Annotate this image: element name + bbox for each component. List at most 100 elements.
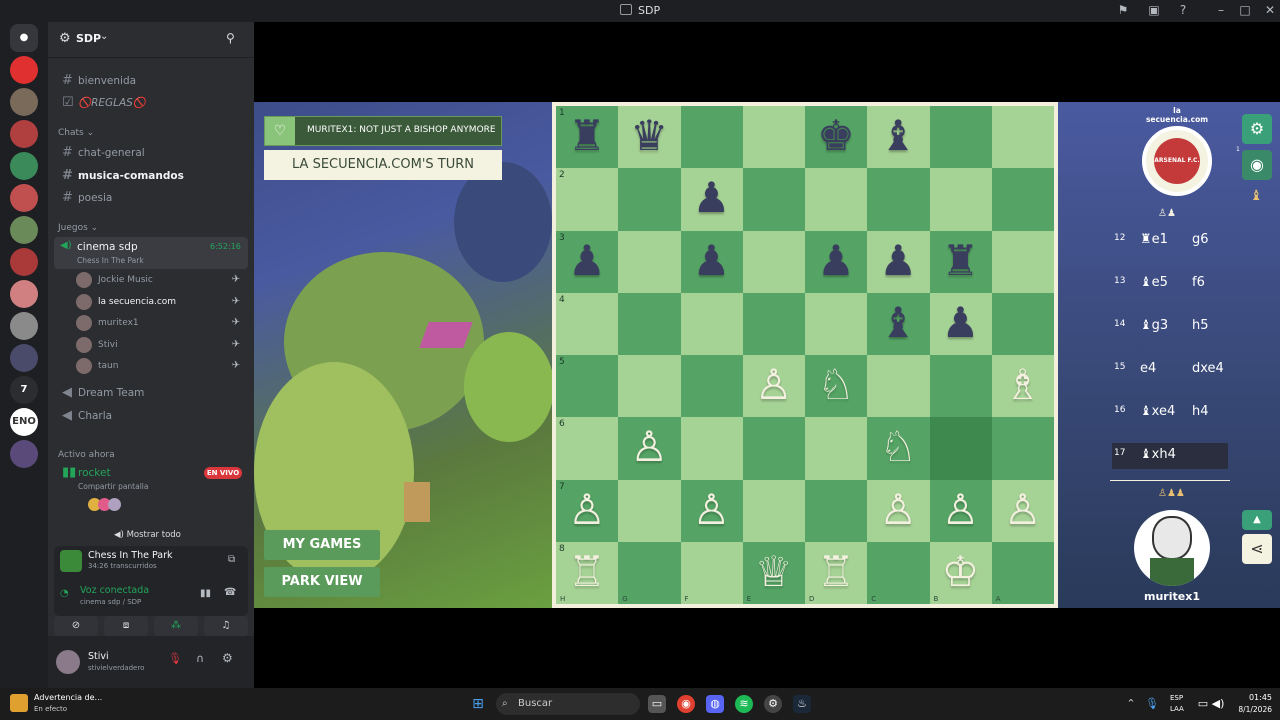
inbox-icon[interactable]: ⚑ (1114, 3, 1132, 17)
white-piece[interactable]: ♘ (805, 355, 867, 417)
app-icon[interactable]: ⚙ (764, 695, 782, 713)
discord-home-icon[interactable]: ● (10, 24, 38, 52)
user-avatar[interactable] (56, 650, 80, 674)
taskbar-search[interactable]: ⌕ Buscar (496, 693, 640, 715)
white-piece[interactable]: ♙ (681, 480, 743, 542)
board-square[interactable] (991, 106, 1054, 169)
help-icon[interactable]: ? (1174, 3, 1192, 17)
show-all-button[interactable]: ◀) Mostrar todo (114, 530, 181, 540)
board-square[interactable] (805, 417, 868, 480)
board-square[interactable] (929, 106, 992, 169)
black-piece[interactable]: ♝ (867, 293, 929, 355)
add-member-icon[interactable]: ⚲ (226, 31, 235, 45)
black-piece[interactable]: ♟ (556, 231, 618, 293)
board-square[interactable] (742, 479, 805, 542)
clock-date[interactable]: 8/1/2026 (1232, 705, 1272, 714)
white-piece[interactable]: ♗ (992, 355, 1054, 417)
camera-off-button[interactable]: ⊘ (54, 616, 98, 636)
steam-icon[interactable]: ♨ (793, 695, 811, 713)
eye-icon[interactable]: ◉ (1242, 150, 1272, 180)
server-icon[interactable] (10, 120, 38, 148)
board-square[interactable] (991, 292, 1054, 355)
server-icon[interactable] (10, 312, 38, 340)
channel-charla[interactable]: ◀ Charla (56, 406, 246, 426)
heart-icon[interactable]: ♡ (265, 117, 295, 145)
voice-user[interactable]: muritex1 ✈ (76, 314, 246, 332)
discord-icon[interactable]: ◍ (706, 695, 724, 713)
board-square[interactable] (929, 168, 992, 231)
language-code[interactable]: ESP (1170, 694, 1183, 702)
board-square[interactable]: F (680, 541, 743, 604)
board-square[interactable] (991, 168, 1054, 231)
trophy-icon[interactable]: ♝ (1250, 188, 1263, 204)
black-piece[interactable]: ♜ (930, 231, 992, 293)
board-square[interactable]: G (618, 541, 681, 604)
black-piece[interactable]: ♟ (867, 231, 929, 293)
server-icon[interactable] (10, 344, 38, 372)
channel-reglas[interactable]: ☑ 🚫REGLAS🚫 (56, 93, 246, 113)
white-piece[interactable]: ♙ (556, 480, 618, 542)
board-square[interactable] (680, 106, 743, 169)
board-square[interactable] (805, 292, 868, 355)
server-icon[interactable] (10, 56, 38, 84)
voice-user[interactable]: Jockie Music ✈ (76, 271, 246, 289)
black-piece[interactable]: ♟ (681, 231, 743, 293)
mute-icon[interactable]: 🎙 (168, 652, 182, 665)
white-piece[interactable]: ♔ (930, 542, 992, 604)
board-square[interactable]: 6 (556, 417, 619, 480)
black-piece[interactable]: ♛ (618, 106, 680, 168)
category-chats[interactable]: Chats ⌄ (58, 128, 94, 138)
black-piece[interactable]: ♜ (556, 106, 618, 168)
board-square[interactable] (618, 230, 681, 293)
move-row[interactable]: 15 e4 dxe4 (1112, 357, 1228, 383)
server-icon[interactable] (10, 248, 38, 276)
board-square[interactable] (742, 168, 805, 231)
board-square[interactable]: 4 (556, 292, 619, 355)
settings-gear-icon[interactable]: ⚙ (1242, 114, 1272, 144)
board-square[interactable] (867, 355, 930, 418)
channel-poesia[interactable]: # poesia (56, 188, 246, 208)
noise-suppression-icon[interactable]: ▮▮ (200, 588, 211, 599)
microphone-icon[interactable]: 🎙 (1143, 695, 1161, 713)
screen-icon[interactable]: ▣ (1145, 3, 1163, 17)
black-piece[interactable]: ♟ (681, 168, 743, 230)
board-square[interactable] (618, 479, 681, 542)
voice-user[interactable]: Stivi ✈ (76, 336, 246, 354)
white-piece[interactable]: ♙ (618, 417, 680, 479)
board-square[interactable]: A (991, 541, 1054, 604)
server-icon[interactable] (10, 280, 38, 308)
move-row[interactable]: 12 ♜e1 g6 (1112, 228, 1228, 254)
board-square[interactable] (929, 355, 992, 418)
activities-button[interactable]: ⁂ (154, 616, 198, 636)
volume-icon[interactable]: ◀) (1209, 695, 1227, 713)
server-icon[interactable] (10, 440, 38, 468)
maximize-button[interactable]: □ (1236, 3, 1254, 17)
voice-user[interactable]: taun ✈ (76, 357, 246, 375)
board-square[interactable] (742, 292, 805, 355)
board-square[interactable] (618, 355, 681, 418)
minimize-button[interactable]: – (1212, 3, 1230, 17)
headphones-icon[interactable]: ∩ (196, 652, 204, 665)
board-square[interactable] (929, 417, 992, 480)
my-games-button[interactable]: MY GAMES (264, 530, 380, 560)
windows-start-icon[interactable]: ⊞ (469, 695, 487, 713)
clock-time[interactable]: 01:45 (1232, 693, 1272, 702)
white-piece[interactable]: ♘ (867, 417, 929, 479)
channel-dream-team[interactable]: ◀ Dream Team (56, 383, 246, 403)
server-icon[interactable] (10, 152, 38, 180)
category-juegos[interactable]: Juegos ⌄ (58, 223, 98, 233)
board-square[interactable]: 5 (556, 355, 619, 418)
server-header[interactable]: ⚙ SDP ⌄ ⚲ (48, 22, 254, 58)
black-piece[interactable]: ♟ (805, 231, 867, 293)
board-square[interactable] (805, 168, 868, 231)
weather-alert-icon[interactable] (10, 694, 28, 712)
screenshare-button[interactable]: ⧈ (104, 616, 148, 636)
park-view-button[interactable]: PARK VIEW (264, 567, 380, 597)
move-row[interactable]: 17 ♝xh4 (1112, 443, 1228, 469)
board-square[interactable] (680, 355, 743, 418)
board-square[interactable]: 2 (556, 168, 619, 231)
voice-user[interactable]: la secuencia.com ✈ (76, 293, 246, 311)
move-row[interactable]: 13 ♝e5 f6 (1112, 271, 1228, 297)
server-icon[interactable] (10, 88, 38, 116)
server-icon[interactable] (10, 184, 38, 212)
